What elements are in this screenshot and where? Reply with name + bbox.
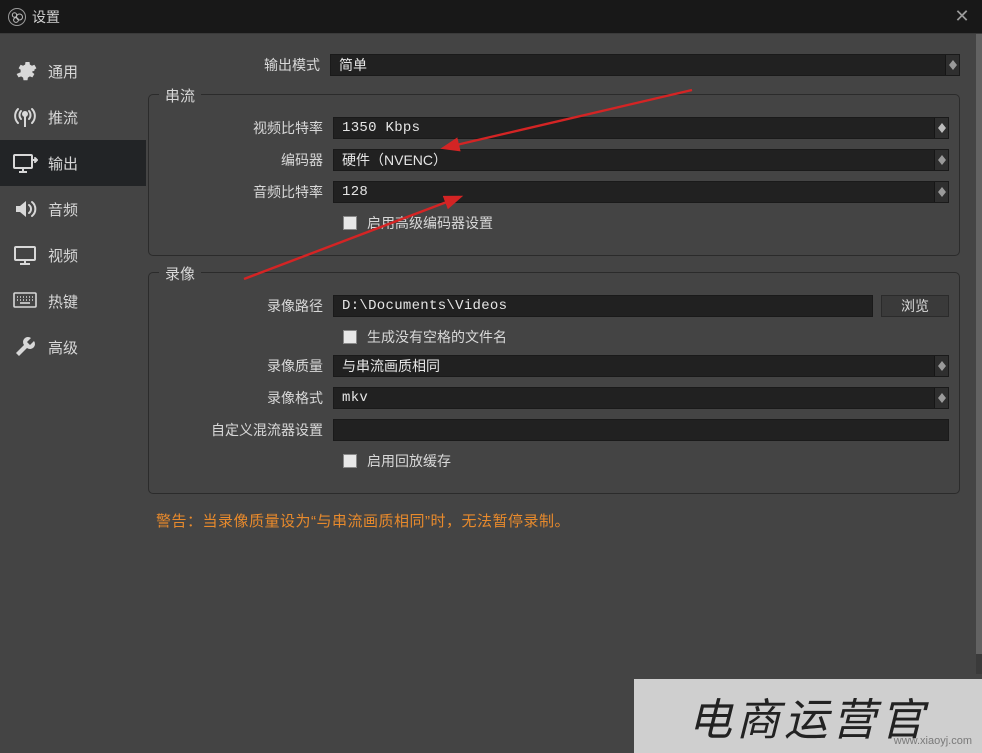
output-monitor-icon (12, 150, 38, 176)
replay-buffer-checkbox[interactable] (343, 454, 357, 468)
sidebar-item-label: 视频 (48, 245, 78, 266)
output-mode-label: 输出模式 (146, 55, 330, 75)
stream-group: 串流 视频比特率 1350 Kbps 编码器 硬件（NVENC） (148, 94, 960, 256)
video-bitrate-label: 视频比特率 (159, 118, 333, 138)
encoder-value: 硬件（NVENC） (342, 150, 447, 170)
custom-muxer-label: 自定义混流器设置 (159, 420, 333, 440)
sidebar-item-label: 推流 (48, 107, 78, 128)
sidebar-item-video[interactable]: 视频 (0, 232, 146, 278)
video-bitrate-value: 1350 Kbps (342, 120, 420, 136)
window-title: 设置 (32, 7, 60, 27)
replay-buffer-label: 启用回放缓存 (367, 451, 451, 471)
record-path-label: 录像路径 (159, 296, 333, 316)
gear-icon (12, 58, 38, 84)
content-scrollbar[interactable] (976, 34, 982, 674)
record-format-value: mkv (342, 390, 368, 406)
warning-text: 警告：当录像质量设为“与串流画质相同”时，无法暂停录制。 (156, 510, 960, 531)
tools-icon (12, 334, 38, 360)
dropdown-arrows-icon (934, 182, 948, 202)
sidebar-item-label: 高级 (48, 337, 78, 358)
audio-bitrate-label: 音频比特率 (159, 182, 333, 202)
record-group: 录像 录像路径 D:\Documents\Videos 浏览 生成没有空格的文件… (148, 272, 960, 494)
filename-nospace-label: 生成没有空格的文件名 (367, 327, 507, 347)
output-mode-dropdown[interactable]: 简单 (330, 54, 960, 76)
encoder-dropdown[interactable]: 硬件（NVENC） (333, 149, 949, 171)
browse-button[interactable]: 浏览 (881, 295, 949, 317)
output-mode-value: 简单 (339, 55, 367, 75)
titlebar: 设置 ✕ (0, 0, 982, 34)
sidebar-item-audio[interactable]: 音频 (0, 186, 146, 232)
sidebar: 通用 推流 输出 音频 视频 (0, 34, 146, 753)
sidebar-item-advanced[interactable]: 高级 (0, 324, 146, 370)
dropdown-arrows-icon (934, 388, 948, 408)
dropdown-arrows-icon (934, 356, 948, 376)
sidebar-item-label: 热键 (48, 291, 78, 312)
record-quality-value: 与串流画质相同 (342, 356, 440, 376)
video-bitrate-spinner[interactable]: 1350 Kbps (333, 117, 949, 139)
scrollbar-thumb[interactable] (976, 34, 982, 654)
monitor-icon (12, 242, 38, 268)
sidebar-item-stream[interactable]: 推流 (0, 94, 146, 140)
dropdown-arrows-icon (934, 150, 948, 170)
broadcast-icon (12, 104, 38, 130)
browse-button-label: 浏览 (901, 296, 929, 316)
stream-group-title: 串流 (159, 85, 201, 106)
record-path-input[interactable]: D:\Documents\Videos (333, 295, 873, 317)
record-quality-dropdown[interactable]: 与串流画质相同 (333, 355, 949, 377)
encoder-label: 编码器 (159, 150, 333, 170)
watermark: 电商运营官 www.xiaoyj.com (634, 679, 982, 753)
record-quality-label: 录像质量 (159, 356, 333, 376)
sidebar-item-output[interactable]: 输出 (0, 140, 146, 186)
record-path-value: D:\Documents\Videos (342, 298, 507, 314)
watermark-text: 电商运营官 (688, 684, 928, 748)
speaker-icon (12, 196, 38, 222)
watermark-sub: www.xiaoyj.com (894, 735, 972, 747)
audio-bitrate-value: 128 (342, 184, 368, 200)
adv-encoder-checkbox-label: 启用高级编码器设置 (367, 213, 493, 233)
record-group-title: 录像 (159, 263, 201, 284)
audio-bitrate-dropdown[interactable]: 128 (333, 181, 949, 203)
obs-app-icon (8, 8, 26, 26)
sidebar-item-label: 通用 (48, 61, 78, 82)
sidebar-item-general[interactable]: 通用 (0, 48, 146, 94)
content-pane: 输出模式 简单 串流 视频比特率 1350 Kbps (146, 34, 982, 753)
sidebar-item-label: 输出 (48, 153, 78, 174)
sidebar-item-label: 音频 (48, 199, 78, 220)
record-format-label: 录像格式 (159, 388, 333, 408)
spinner-arrows-icon[interactable] (934, 118, 948, 138)
close-icon[interactable]: ✕ (952, 6, 972, 27)
adv-encoder-checkbox[interactable] (343, 216, 357, 230)
sidebar-item-hotkeys[interactable]: 热键 (0, 278, 146, 324)
record-format-dropdown[interactable]: mkv (333, 387, 949, 409)
custom-muxer-input[interactable] (333, 419, 949, 441)
filename-nospace-checkbox[interactable] (343, 330, 357, 344)
keyboard-icon (12, 288, 38, 314)
dropdown-arrows-icon (945, 55, 959, 75)
